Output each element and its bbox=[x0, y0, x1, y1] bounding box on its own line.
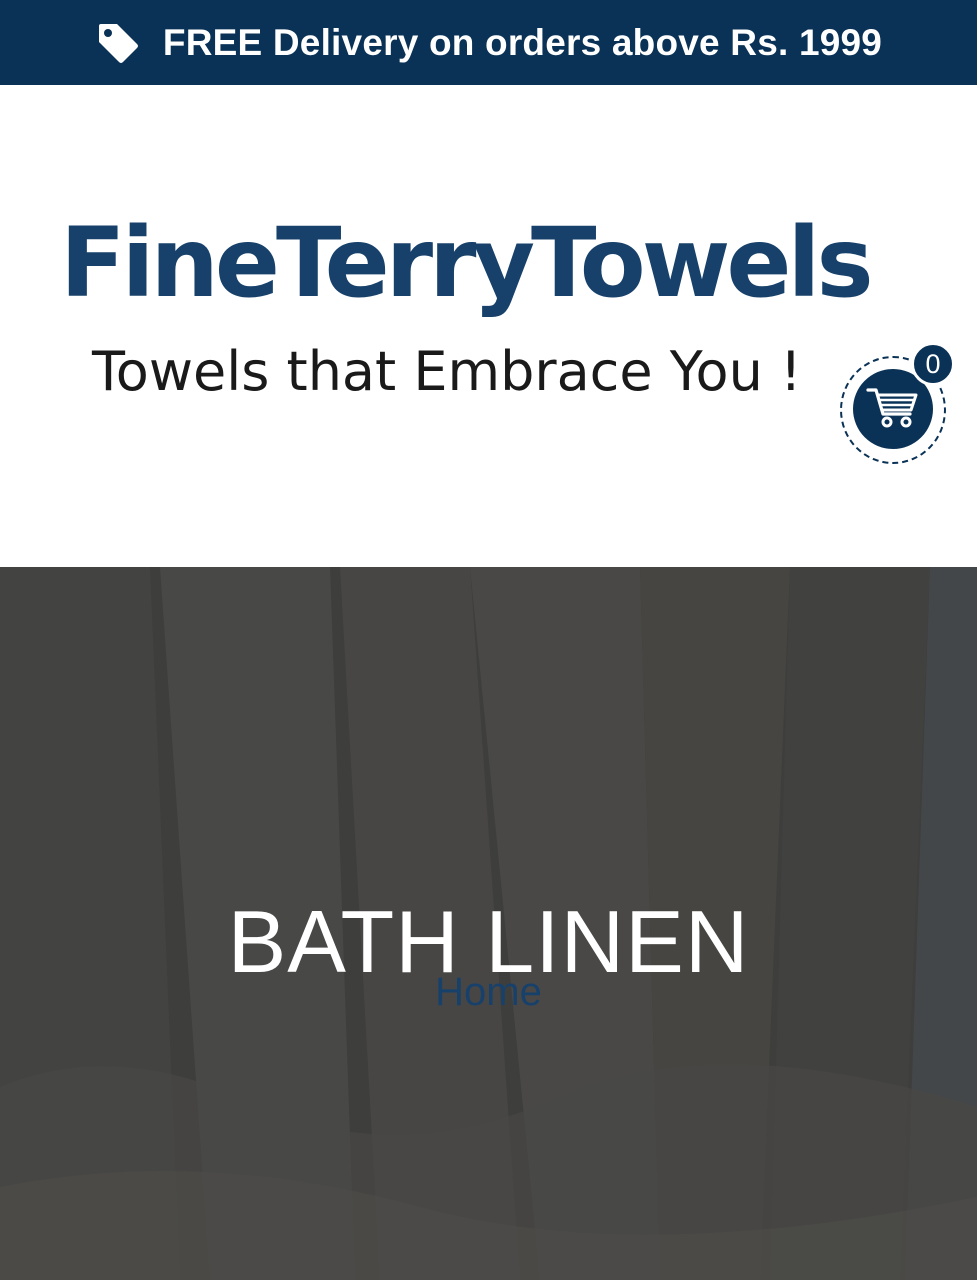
free-delivery-text: FREE Delivery on orders above Rs. 1999 bbox=[162, 21, 883, 63]
cart-count-badge: 0 bbox=[911, 342, 955, 386]
site-header: FineTerryTowels Towels that Embrace You … bbox=[0, 85, 977, 567]
announcement-bar: FREE Delivery on orders above Rs. 1999 bbox=[0, 0, 977, 85]
cart-button[interactable]: 0 bbox=[840, 342, 955, 464]
logo-tagline: Towels that Embrace You ! bbox=[92, 340, 802, 403]
breadcrumb-home-link[interactable]: Home bbox=[0, 972, 977, 1012]
tag-icon bbox=[95, 20, 141, 66]
logo-wordmark: FineTerryTowels bbox=[60, 207, 874, 319]
shopping-cart-icon bbox=[866, 384, 920, 435]
page-hero: BATH LINEN Home bbox=[0, 567, 977, 1280]
site-logo[interactable]: FineTerryTowels Towels that Embrace You … bbox=[60, 215, 874, 415]
